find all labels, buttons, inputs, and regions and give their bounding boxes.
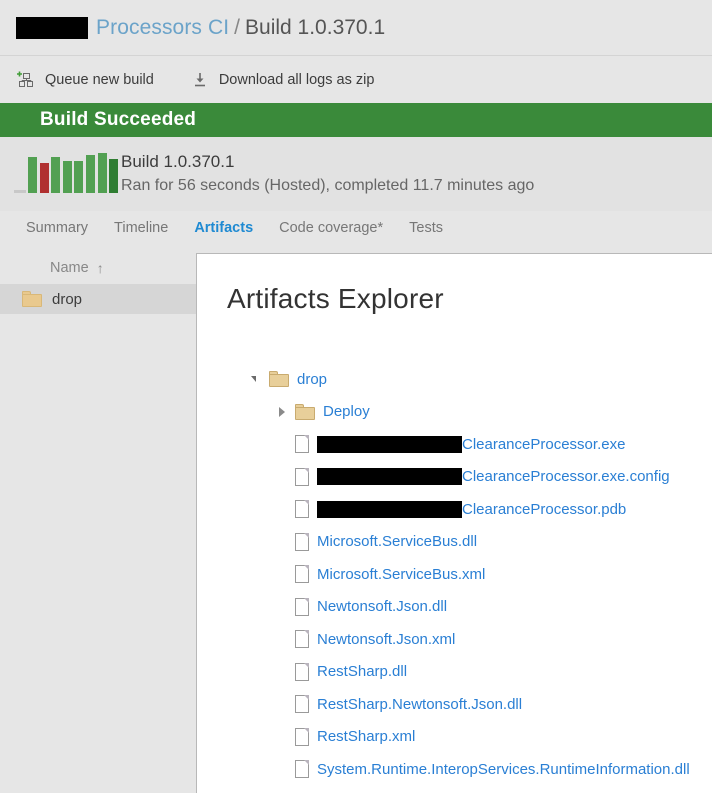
sparkline-bar[interactable] [109,159,119,193]
sparkline-bar[interactable] [74,161,84,193]
tree-folder-row[interactable]: drop [197,363,712,396]
tree-file-label[interactable]: System.Runtime.InteropServices.RuntimeIn… [317,761,690,778]
file-icon [295,760,309,779]
name-column-header[interactable]: Name ↑ [0,252,196,284]
file-icon [295,630,309,649]
file-icon [295,435,309,454]
sparkline-bar[interactable] [62,161,72,193]
download-all-logs-button[interactable]: Download all logs as zip [190,70,375,90]
folder-icon [269,371,289,388]
queue-build-icon [16,70,36,90]
sparkline-bar[interactable] [28,157,37,193]
tree-file-row[interactable]: System.Runtime.InteropServices.RuntimeIn… [197,753,712,786]
redacted-block [317,468,462,486]
tree-file-row[interactable]: Microsoft.ServiceBus.xml [197,558,712,591]
page-header: Processors CI / Build 1.0.370.1 [0,0,712,56]
tree-file-row[interactable]: ClearanceProcessor.exe.config [197,461,712,494]
file-icon [295,662,309,681]
tree-file-row[interactable]: Newtonsoft.Json.xml [197,623,712,656]
tree-file-row[interactable]: RestSharp.xml [197,721,712,754]
tab-timeline[interactable]: Timeline [114,220,168,236]
queue-new-build-button[interactable]: Queue new build [16,70,154,90]
artifacts-explorer-title: Artifacts Explorer [227,283,444,314]
sort-ascending-icon: ↑ [96,260,104,276]
sparkline-bar[interactable] [97,153,107,193]
artifacts-left-panel: Name ↑ drop [0,252,196,793]
artifact-list-item-label: drop [52,290,83,308]
tree-file-label[interactable]: Newtonsoft.Json.dll [317,598,447,615]
redacted-block [317,435,462,453]
file-icon [295,500,309,519]
toolbar: Queue new build Download all logs as zip [0,56,712,103]
build-summary: Build 1.0.370.1 Ran for 56 seconds (Host… [0,137,712,211]
tree-file-row[interactable]: RestSharp.dll [197,656,712,689]
artifact-list-item[interactable]: drop [0,284,196,314]
tab-summary[interactable]: Summary [26,220,88,236]
tab-code-coverage[interactable]: Code coverage* [279,220,383,236]
sparkline-bar[interactable] [39,163,49,193]
build-tabs: Summary Timeline Artifacts Code coverage* Te… [0,211,712,245]
artifacts-explorer-dialog: Artifacts Explorer drop Deploy ClearancePr… [196,253,712,793]
sparkline-bar[interactable] [86,155,95,193]
download-icon [190,70,210,90]
build-summary-title: Build 1.0.370.1 [121,152,235,171]
tree-file-label[interactable]: ClearanceProcessor.pdb [462,501,626,518]
tree-file-label[interactable]: ClearanceProcessor.exe [462,436,625,453]
tree-folder-label[interactable]: drop [297,371,327,388]
breadcrumb-separator: / [234,15,241,39]
build-status-banner: Build Succeeded [0,103,712,137]
tree-file-row[interactable]: RestSharp.Newtonsoft.Json.dll [197,688,712,721]
file-icon [295,695,309,714]
build-history-sparkline[interactable] [14,151,119,197]
chevron-right-icon[interactable] [275,405,289,419]
tree-file-label[interactable]: RestSharp.Newtonsoft.Json.dll [317,696,522,713]
tab-tests[interactable]: Tests [409,220,443,236]
folder-icon [22,291,42,307]
artifact-tree: drop Deploy ClearanceProcessor.exe Clearanc… [197,363,712,786]
file-icon [295,467,309,486]
chevron-down-icon[interactable] [249,372,263,386]
breadcrumb-project-link[interactable]: Processors CI [96,16,229,40]
folder-icon [295,403,315,420]
download-all-logs-label: Download all logs as zip [218,71,375,88]
queue-new-build-label: Queue new build [45,71,154,88]
tree-file-label[interactable]: Microsoft.ServiceBus.dll [317,533,477,550]
tree-file-row[interactable]: Microsoft.ServiceBus.dll [197,526,712,559]
tree-file-label[interactable]: RestSharp.dll [317,663,407,680]
file-icon [295,727,309,746]
breadcrumb-build-title: Build 1.0.370.1 [245,15,386,39]
tree-file-label[interactable]: ClearanceProcessor.exe.config [462,468,670,485]
sparkline-bar[interactable] [51,157,61,193]
tree-folder-row[interactable]: Deploy [197,396,712,429]
tree-file-label[interactable]: Microsoft.ServiceBus.xml [317,566,485,583]
tree-file-row[interactable]: Newtonsoft.Json.dll [197,591,712,624]
tree-file-row[interactable]: ClearanceProcessor.exe [197,428,712,461]
tree-file-label[interactable]: Newtonsoft.Json.xml [317,631,455,648]
redacted-block [317,500,462,518]
build-status-text: Build Succeeded [40,109,197,130]
sparkline-baseline [14,190,26,193]
tree-file-row[interactable]: ClearanceProcessor.pdb [197,493,712,526]
build-summary-subtitle: Ran for 56 seconds (Hosted), completed 1… [121,177,535,194]
breadcrumb-redacted-block [16,16,88,39]
tree-folder-label[interactable]: Deploy [323,403,370,420]
name-column-label: Name [50,260,89,276]
file-icon [295,597,309,616]
file-icon [295,565,309,584]
tree-file-label[interactable]: RestSharp.xml [317,728,415,745]
artifact-list: drop [0,284,196,314]
tab-artifacts[interactable]: Artifacts [194,220,253,236]
build-meta: Build 1.0.370.1 Ran for 56 seconds (Host… [121,150,534,198]
file-icon [295,532,309,551]
